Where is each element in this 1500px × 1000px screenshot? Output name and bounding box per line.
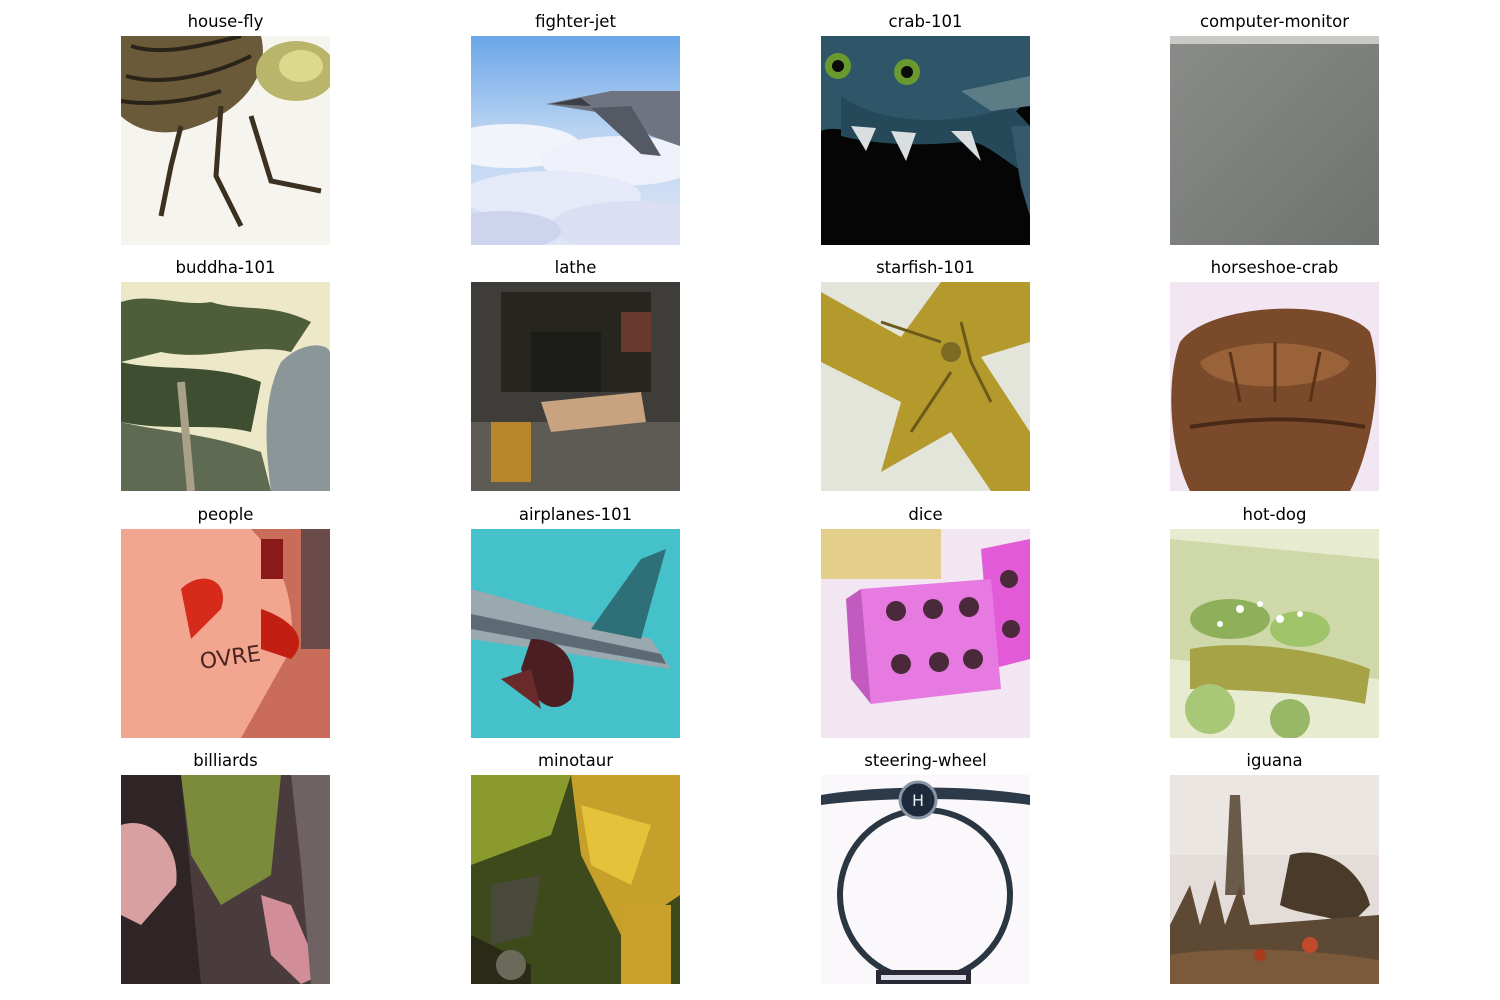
dice-image [821, 529, 1030, 738]
people-image: OVRE [121, 529, 330, 738]
lathe-image [471, 282, 680, 491]
tile-image [121, 282, 330, 491]
starfish-image [821, 282, 1030, 491]
tile-title: lathe [554, 258, 597, 277]
tile-image [821, 282, 1030, 491]
computer-monitor-image [1170, 36, 1379, 245]
tile-image [1170, 282, 1379, 491]
tile-title: billiards [193, 751, 258, 770]
tile-title: hot-dog [1242, 505, 1307, 524]
hot-dog-image [1170, 529, 1379, 738]
svg-text:H: H [912, 791, 924, 810]
tile-image [471, 529, 680, 738]
house-fly-image [121, 36, 330, 245]
steering-wheel-image: H [821, 775, 1030, 984]
tile-title: crab-101 [888, 12, 963, 31]
tile-title: fighter-jet [535, 12, 616, 31]
tile-title: computer-monitor [1199, 12, 1350, 31]
iguana-image [1170, 775, 1379, 984]
fighter-jet-image [471, 36, 680, 245]
tile-title: airplanes-101 [518, 505, 633, 524]
tile-title: minotaur [537, 751, 614, 770]
tile-title: dice [908, 505, 943, 524]
buddha-image [121, 282, 330, 491]
tile-title: iguana [1246, 751, 1303, 770]
horseshoe-crab-image [1170, 282, 1379, 491]
tile-image [471, 775, 680, 984]
tile-title: starfish-101 [876, 258, 975, 277]
tile-image: H [821, 775, 1030, 984]
tile-image [1170, 529, 1379, 738]
tile-image [121, 775, 330, 984]
tile-image [821, 529, 1030, 738]
tile-title: house-fly [187, 12, 264, 31]
tile-image [471, 282, 680, 491]
tile-title: steering-wheel [864, 751, 987, 770]
tile-image: OVRE [121, 529, 330, 738]
tile-image [471, 36, 680, 245]
airplane-image [471, 529, 680, 738]
minotaur-image [471, 775, 680, 984]
tile-image [1170, 36, 1379, 245]
tile-title: horseshoe-crab [1210, 258, 1339, 277]
tile-image [121, 36, 330, 245]
tile-title: people [197, 505, 254, 524]
crab-image [821, 36, 1030, 245]
tile-title: buddha-101 [175, 258, 276, 277]
tile-image [1170, 775, 1379, 984]
billiards-image [121, 775, 330, 984]
tile-image [821, 36, 1030, 245]
